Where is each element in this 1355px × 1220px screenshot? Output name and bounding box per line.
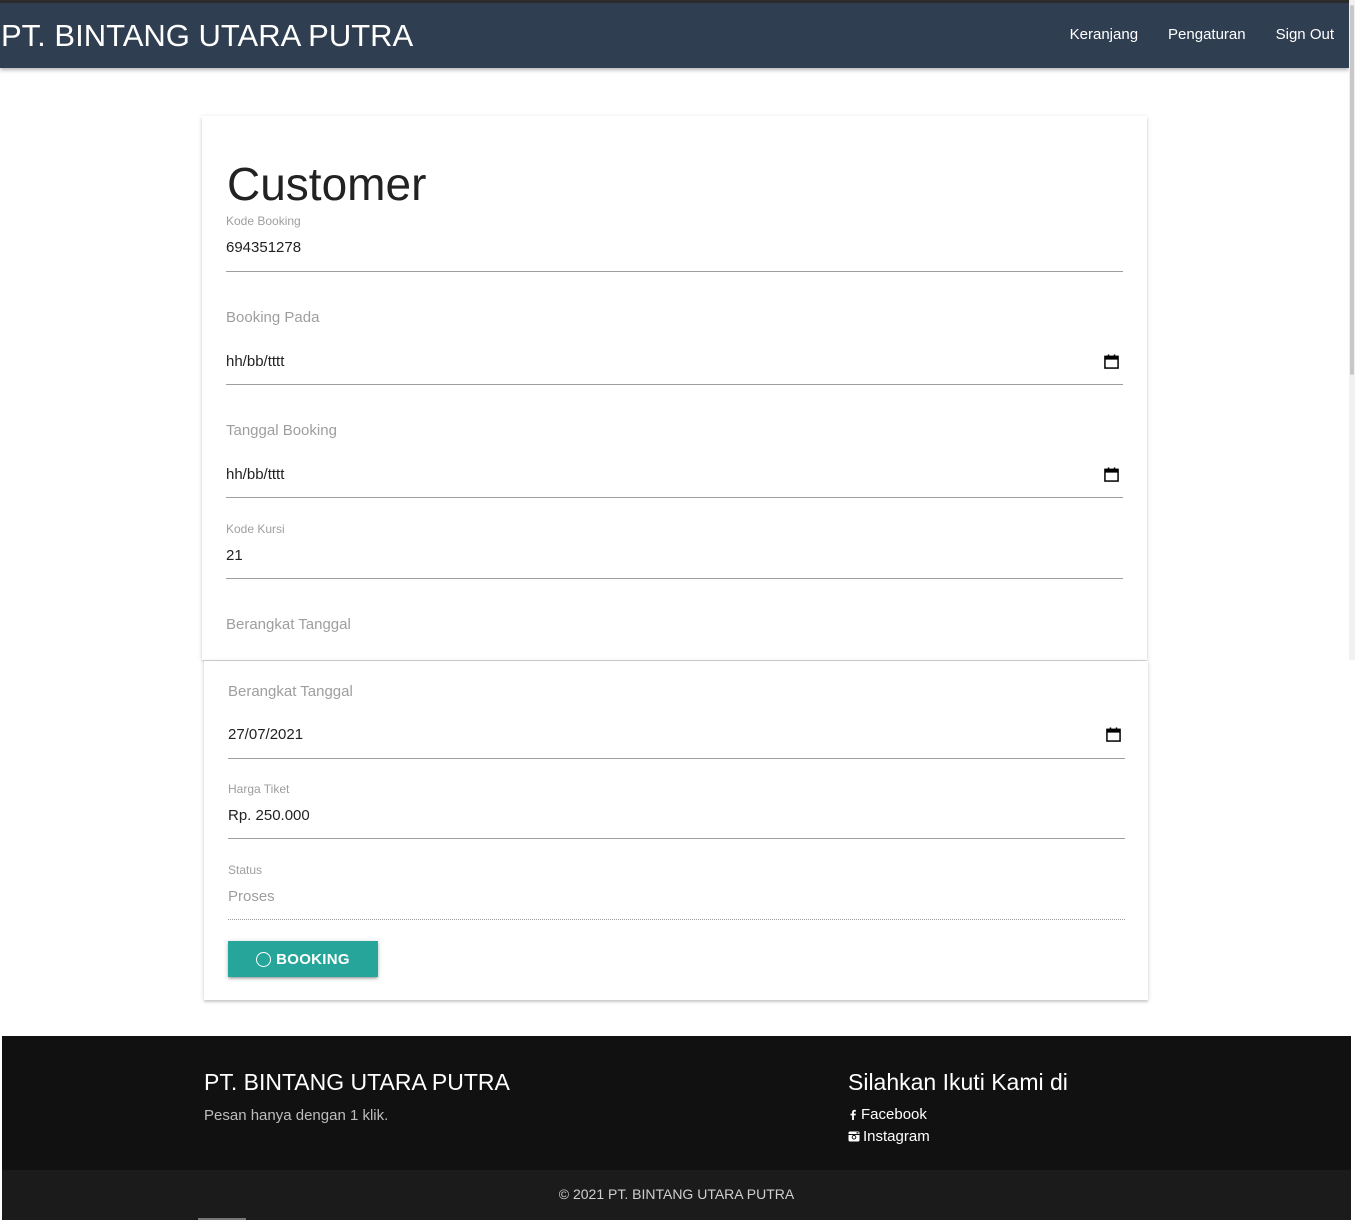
- harga-tiket-value[interactable]: Rp. 250.000: [228, 807, 310, 824]
- nav-link-sign-out[interactable]: Sign Out: [1276, 25, 1334, 45]
- footer-follow-title: Silahkan Ikuti Kami di: [848, 1069, 1068, 1095]
- footer-tagline: Pesan hanya dengan 1 klik.: [204, 1107, 389, 1124]
- scrollbar-thumb[interactable]: [1350, 5, 1354, 375]
- calendar-icon[interactable]: [1104, 467, 1119, 482]
- kode-booking-value[interactable]: 694351278: [226, 239, 301, 256]
- kode-booking-field[interactable]: Kode Booking 694351278: [226, 214, 1123, 274]
- calendar-icon[interactable]: [1104, 354, 1119, 369]
- form-card-bottom: Berangkat Tanggal 27/07/2021 Harga Tiket…: [204, 661, 1148, 1000]
- berangkat-tanggal-field-partial[interactable]: Berangkat Tanggal: [226, 616, 1123, 660]
- status-field: Status Proses: [228, 863, 1125, 923]
- field-underline: [226, 578, 1123, 579]
- berangkat-tanggal-label: Berangkat Tanggal: [226, 616, 351, 633]
- copyright-text: © 2021 PT. BINTANG UTARA PUTRA: [558, 1186, 795, 1202]
- tanggal-booking-label: Tanggal Booking: [226, 422, 337, 439]
- instagram-label: Instagram: [863, 1128, 930, 1145]
- field-underline: [228, 758, 1125, 759]
- berangkat-tanggal-label: Berangkat Tanggal: [228, 683, 353, 700]
- nav-link-pengaturan[interactable]: Pengaturan: [1168, 25, 1246, 45]
- status-label: Status: [228, 863, 263, 877]
- facebook-link[interactable]: Facebook: [848, 1106, 927, 1123]
- booking-pada-field[interactable]: Booking Pada hh/bb/tttt: [226, 309, 1123, 389]
- facebook-icon: [850, 1109, 856, 1120]
- loading-spinner-icon: [256, 951, 272, 967]
- instagram-link[interactable]: Instagram: [848, 1128, 930, 1145]
- instagram-icon: [848, 1131, 860, 1142]
- nav-link-keranjang[interactable]: Keranjang: [1070, 25, 1138, 45]
- kode-booking-label: Kode Booking: [226, 214, 301, 228]
- status-value: Proses: [228, 888, 275, 905]
- field-underline: [228, 919, 1125, 920]
- kode-kursi-label: Kode Kursi: [226, 522, 285, 536]
- footer-copyright-bar: © 2021 PT. BINTANG UTARA PUTRA: [2, 1170, 1351, 1220]
- kode-kursi-field[interactable]: Kode Kursi 21: [226, 522, 1123, 582]
- field-underline: [226, 271, 1123, 272]
- field-underline: [228, 838, 1125, 839]
- page-scrollbar[interactable]: [1349, 0, 1355, 660]
- brand-logo[interactable]: PT. BINTANG UTARA PUTRA: [1, 19, 413, 53]
- page-title: Customer: [227, 158, 427, 210]
- tanggal-booking-value[interactable]: hh/bb/tttt: [226, 466, 284, 483]
- navbar: PT. BINTANG UTARA PUTRA Keranjang Pengat…: [0, 3, 1349, 68]
- booking-pada-value[interactable]: hh/bb/tttt: [226, 353, 284, 370]
- field-underline: [226, 384, 1123, 385]
- booking-pada-label: Booking Pada: [226, 309, 320, 326]
- page-footer: PT. BINTANG UTARA PUTRA Pesan hanya deng…: [2, 1036, 1351, 1220]
- booking-button-label: BOOKING: [276, 950, 350, 968]
- harga-tiket-field[interactable]: Harga Tiket Rp. 250.000: [228, 782, 1125, 842]
- tanggal-booking-field[interactable]: Tanggal Booking hh/bb/tttt: [226, 422, 1123, 502]
- berangkat-tanggal-field[interactable]: Berangkat Tanggal 27/07/2021: [228, 683, 1125, 763]
- field-underline: [226, 497, 1123, 498]
- form-card-top: Customer Kode Booking 694351278 Booking …: [202, 116, 1147, 660]
- facebook-label: Facebook: [861, 1106, 927, 1123]
- berangkat-tanggal-value[interactable]: 27/07/2021: [228, 726, 303, 743]
- harga-tiket-label: Harga Tiket: [228, 782, 290, 796]
- booking-button[interactable]: BOOKING: [228, 941, 378, 977]
- nav-links: Keranjang Pengaturan Sign Out: [1070, 25, 1334, 45]
- calendar-icon[interactable]: [1106, 727, 1121, 742]
- footer-title: PT. BINTANG UTARA PUTRA: [204, 1069, 510, 1095]
- kode-kursi-value[interactable]: 21: [226, 547, 243, 564]
